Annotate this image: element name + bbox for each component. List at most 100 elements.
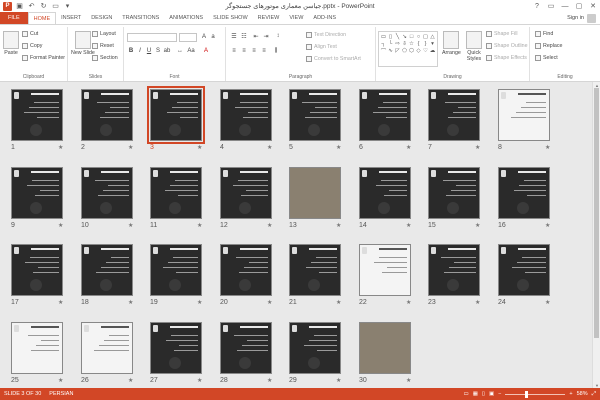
transition-star-icon[interactable]: ★ bbox=[545, 144, 550, 151]
char-spacing-icon[interactable]: ↔ bbox=[176, 47, 184, 55]
help-icon[interactable]: ? bbox=[530, 0, 544, 12]
zoom-out-icon[interactable]: − bbox=[498, 391, 501, 397]
transition-star-icon[interactable]: ★ bbox=[475, 299, 480, 306]
transition-star-icon[interactable]: ★ bbox=[406, 377, 411, 384]
transition-star-icon[interactable]: ★ bbox=[406, 222, 411, 229]
transition-star-icon[interactable]: ★ bbox=[267, 299, 272, 306]
slide-thumbnail[interactable] bbox=[428, 244, 480, 296]
heart-shape-icon[interactable]: ♡ bbox=[422, 47, 429, 54]
align-center-icon[interactable]: ≡ bbox=[240, 47, 248, 55]
tab-add-ins[interactable]: ADD-INS bbox=[308, 12, 341, 24]
transition-star-icon[interactable]: ★ bbox=[267, 377, 272, 384]
replace-button[interactable]: Replace bbox=[535, 43, 562, 49]
curve-shape-icon[interactable]: ⌒ bbox=[380, 47, 387, 55]
transition-star-icon[interactable]: ★ bbox=[197, 222, 202, 229]
tab-file[interactable]: FILE bbox=[0, 12, 28, 24]
tab-animations[interactable]: ANIMATIONS bbox=[164, 12, 208, 24]
transition-star-icon[interactable]: ★ bbox=[406, 299, 411, 306]
tab-review[interactable]: REVIEW bbox=[253, 12, 285, 24]
zoom-level[interactable]: 58% bbox=[577, 391, 588, 397]
grow-font-icon[interactable]: A bbox=[200, 33, 208, 41]
zoom-in-icon[interactable]: + bbox=[569, 391, 572, 397]
slide-thumbnail[interactable] bbox=[81, 322, 133, 374]
transition-star-icon[interactable]: ★ bbox=[58, 299, 63, 306]
diamond-shape-icon[interactable]: ◇ bbox=[415, 47, 422, 54]
slide-thumbnail[interactable] bbox=[428, 167, 480, 219]
customize-qat-icon[interactable]: ▾ bbox=[63, 2, 72, 11]
text-direction-button[interactable]: Text Direction bbox=[306, 32, 346, 38]
align-text-button[interactable]: Align Text bbox=[306, 44, 337, 50]
slide-thumbnail[interactable] bbox=[289, 167, 341, 219]
arrow-line-shape-icon[interactable]: ↘ bbox=[401, 33, 408, 40]
transition-star-icon[interactable]: ★ bbox=[58, 377, 63, 384]
reset-button[interactable]: Reset bbox=[92, 43, 114, 49]
increase-indent-icon[interactable]: ⇥ bbox=[262, 32, 270, 40]
transition-star-icon[interactable]: ★ bbox=[545, 222, 550, 229]
elbow-shape-icon[interactable]: └ bbox=[387, 40, 394, 47]
numbering-icon[interactable]: ☷ bbox=[240, 32, 248, 40]
transition-star-icon[interactable]: ★ bbox=[336, 377, 341, 384]
transition-star-icon[interactable]: ★ bbox=[128, 144, 133, 151]
close-button[interactable]: ✕ bbox=[586, 0, 600, 12]
slide-thumbnail[interactable] bbox=[11, 322, 63, 374]
tab-design[interactable]: DESIGN bbox=[86, 12, 117, 24]
slide-thumbnail[interactable] bbox=[150, 167, 202, 219]
slide-thumbnail[interactable] bbox=[498, 244, 550, 296]
bold-icon[interactable]: B bbox=[127, 47, 135, 55]
convert-smartart-button[interactable]: Convert to SmartArt bbox=[306, 56, 361, 62]
start-slideshow-icon[interactable]: ▭ bbox=[51, 2, 60, 11]
select-button[interactable]: Select bbox=[535, 55, 558, 61]
transition-star-icon[interactable]: ★ bbox=[475, 144, 480, 151]
transition-star-icon[interactable]: ★ bbox=[406, 144, 411, 151]
maximize-button[interactable]: ▢ bbox=[572, 0, 586, 12]
format-painter-button[interactable]: Format Painter bbox=[22, 55, 65, 61]
underline-icon[interactable]: U bbox=[145, 47, 153, 55]
star-shape-icon[interactable]: ☆ bbox=[408, 40, 415, 47]
transition-star-icon[interactable]: ★ bbox=[58, 222, 63, 229]
rectangle-shape-icon[interactable]: □ bbox=[408, 33, 415, 40]
tab-slide-show[interactable]: SLIDE SHOW bbox=[208, 12, 253, 24]
ribbon-display-icon[interactable]: ▭ bbox=[544, 0, 558, 12]
columns-icon[interactable]: ⫼ bbox=[272, 47, 280, 55]
align-right-icon[interactable]: ≡ bbox=[250, 47, 258, 55]
transition-star-icon[interactable]: ★ bbox=[336, 222, 341, 229]
slide-thumbnail[interactable] bbox=[289, 244, 341, 296]
font-size-input[interactable] bbox=[179, 33, 197, 42]
line-spacing-icon[interactable]: ↕ bbox=[274, 32, 282, 40]
transition-star-icon[interactable]: ★ bbox=[475, 222, 480, 229]
transition-star-icon[interactable]: ★ bbox=[128, 222, 133, 229]
avatar[interactable] bbox=[587, 13, 596, 23]
transition-star-icon[interactable]: ★ bbox=[545, 299, 550, 306]
transition-star-icon[interactable]: ★ bbox=[267, 222, 272, 229]
font-color-icon[interactable]: A bbox=[202, 47, 210, 55]
slide-thumbnail[interactable] bbox=[11, 244, 63, 296]
shrink-font-icon[interactable]: a bbox=[209, 33, 217, 41]
section-button[interactable]: Section bbox=[92, 55, 118, 61]
cut-button[interactable]: Cut bbox=[22, 31, 38, 37]
line-shape-icon[interactable]: ╲ bbox=[394, 33, 401, 40]
rounded-rect-shape-icon[interactable]: ▢ bbox=[422, 33, 429, 40]
oval-shape-icon[interactable]: ○ bbox=[415, 33, 422, 40]
triangle-shape-icon[interactable]: △ bbox=[429, 33, 436, 40]
sign-in[interactable]: Sign in bbox=[567, 12, 600, 24]
slide-thumbnail[interactable] bbox=[428, 89, 480, 141]
slide-thumbnail[interactable] bbox=[359, 244, 411, 296]
slide-thumbnail[interactable] bbox=[150, 244, 202, 296]
tab-home[interactable]: HOME bbox=[27, 12, 57, 24]
slide-thumbnail[interactable] bbox=[220, 89, 272, 141]
slide-thumbnail[interactable] bbox=[11, 167, 63, 219]
save-icon[interactable]: ▣ bbox=[15, 2, 24, 11]
slide-thumbnail[interactable] bbox=[289, 322, 341, 374]
transition-star-icon[interactable]: ★ bbox=[197, 299, 202, 306]
arrow-down-shape-icon[interactable]: ⇩ bbox=[401, 40, 408, 47]
slide-thumbnail[interactable] bbox=[359, 322, 411, 374]
shadow-icon[interactable]: S bbox=[154, 47, 162, 55]
language-indicator[interactable]: PERSIAN bbox=[45, 391, 77, 397]
reading-view-icon[interactable]: ▯ bbox=[482, 391, 485, 397]
cloud-shape-icon[interactable]: ☁ bbox=[429, 47, 436, 54]
shape-effects-button[interactable]: Shape Effects bbox=[486, 55, 527, 61]
transition-star-icon[interactable]: ★ bbox=[336, 144, 341, 151]
slide-thumbnail[interactable] bbox=[81, 167, 133, 219]
textbox-vertical-shape-icon[interactable]: ▯ bbox=[387, 33, 394, 40]
hexagon-shape-icon[interactable]: ⬡ bbox=[408, 47, 415, 54]
